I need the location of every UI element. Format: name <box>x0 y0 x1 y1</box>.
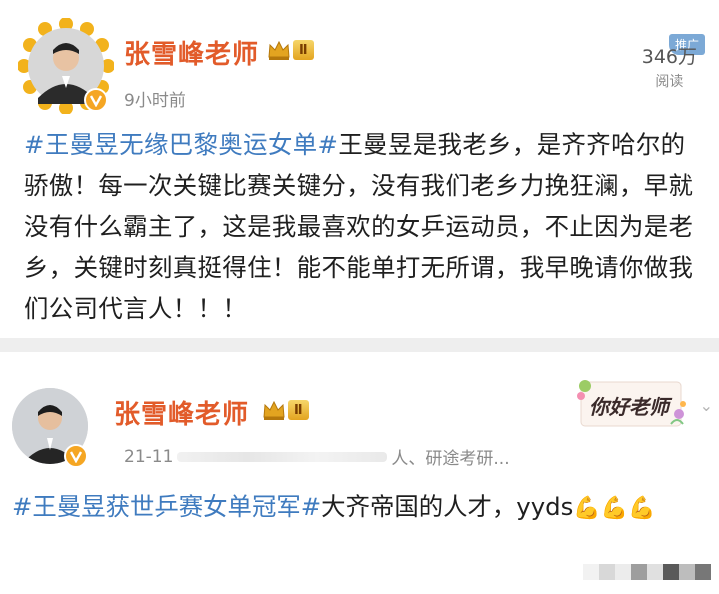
hashtag-link[interactable]: #王曼昱获世乒赛女单冠军# <box>12 492 321 521</box>
post-time: 9小时前 <box>124 91 186 111</box>
verified-badge <box>64 444 88 468</box>
verified-badge <box>84 88 108 112</box>
chevron-down-icon[interactable]: ⌄ <box>700 396 713 415</box>
sticker: 你好老师 <box>571 374 689 432</box>
divider <box>0 338 719 352</box>
flex-arm-emoji-icon: 💪 <box>573 496 601 521</box>
verified-v-icon <box>69 451 83 463</box>
post-date: 21-11 <box>124 446 174 467</box>
avatar[interactable] <box>12 388 88 468</box>
post-body: 大齐帝国的人才，yyds <box>321 492 574 521</box>
read-count-label: 阅读 <box>655 74 684 90</box>
vip-level-badge[interactable]: Ⅱ <box>262 396 309 424</box>
sticker-text: 你好老师 <box>589 395 669 419</box>
author-name[interactable]: 张雪峰老师 <box>114 394 249 431</box>
crown-icon <box>263 400 285 420</box>
post-source: 人、研途考研... <box>391 449 510 469</box>
post-card-1: 张雪峰老师 Ⅱ 9小时前 推广 346万 阅读 #王曼昱无缘巴黎奥运女单#王曼昱… <box>0 0 719 338</box>
level-label: Ⅱ <box>293 40 314 60</box>
crown-icon <box>268 40 290 60</box>
flex-arm-emoji-icon: 💪 <box>600 496 629 521</box>
post-text: #王曼昱无缘巴黎奥运女单#王曼昱是我老乡，是齐齐哈尔的骄傲！每一次关键比赛关键分… <box>24 124 700 329</box>
author-name[interactable]: 张雪峰老师 <box>124 34 259 71</box>
vip-level-badge[interactable]: Ⅱ <box>267 36 314 64</box>
avatar[interactable] <box>17 17 115 115</box>
flex-arm-emoji-icon: 💪 <box>628 496 656 521</box>
mosaic-watermark <box>583 564 711 580</box>
read-count-number: 346万 <box>641 46 697 68</box>
verified-v-icon <box>89 95 103 107</box>
post-meta: 21-11 人、研途考研... <box>124 444 510 470</box>
post-card-2: 张雪峰老师 Ⅱ 21-11 人、研途考研... 你好老师 ⌄ #王曼昱获世乒赛女… <box>0 352 719 594</box>
post-text: #王曼昱获世乒赛女单冠军#大齐帝国的人才，yyds💪💪💪 <box>12 487 712 529</box>
read-count: 346万 阅读 <box>642 42 697 91</box>
level-label: Ⅱ <box>288 400 309 420</box>
blurred-region <box>177 451 388 462</box>
hashtag-link[interactable]: #王曼昱无缘巴黎奥运女单# <box>24 130 338 159</box>
